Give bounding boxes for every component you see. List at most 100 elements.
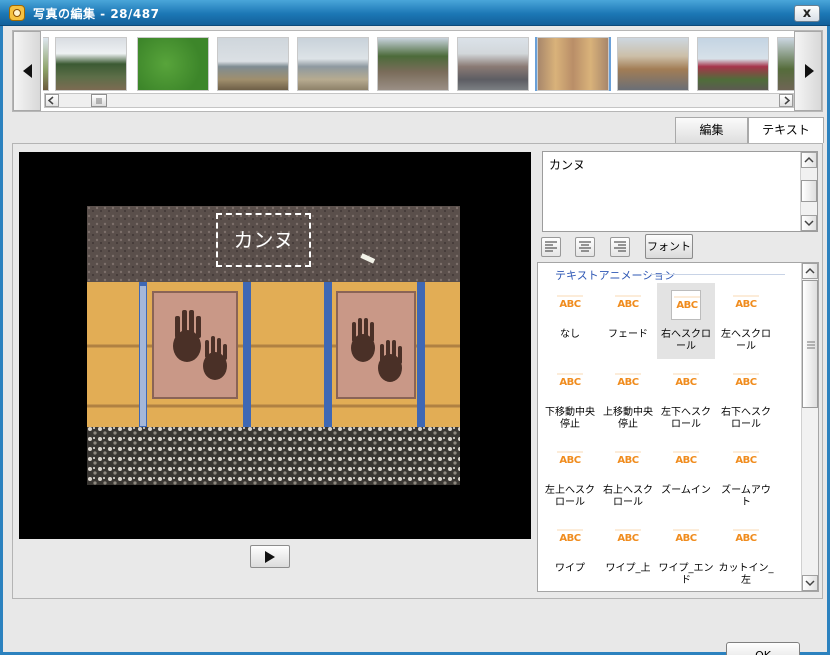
caption-text: カンヌ xyxy=(233,228,294,252)
zoom-in-anim-icon: ABC xyxy=(673,451,699,466)
align-right-icon xyxy=(614,241,626,252)
chevron-left-icon xyxy=(23,64,32,78)
tab-edit[interactable]: 編集 xyxy=(675,117,748,143)
thumbnail-palm-trees[interactable] xyxy=(55,37,127,91)
scroll-down-left-anim-icon: ABC xyxy=(673,373,699,388)
thumbnail-edge[interactable] xyxy=(43,37,49,91)
animation-label: 下移動中央停止 xyxy=(545,407,595,430)
animation-item[interactable]: ABC フェード xyxy=(599,283,657,359)
thumbnail-scrollbar[interactable] xyxy=(44,93,794,108)
fade-anim-icon: ABC xyxy=(615,295,641,310)
animation-label: 右下へスクロール xyxy=(721,407,771,430)
animation-item[interactable]: ABC ワイプ_エンド xyxy=(657,517,715,591)
animation-label: 左へスクロール xyxy=(721,329,771,352)
scrollbar-thumb[interactable] xyxy=(802,280,818,408)
window-title: 写真の編集 - 28/487 xyxy=(33,7,160,21)
move-up-center-anim-icon: ABC xyxy=(615,373,641,388)
animation-item[interactable]: ABC 左上へスクロール xyxy=(541,439,599,515)
caption-input-value: カンヌ xyxy=(549,158,586,172)
scroll-up-button[interactable] xyxy=(802,263,818,279)
wipe-anim-icon: ABC xyxy=(557,529,583,544)
scrollbar-thumb[interactable] xyxy=(801,180,817,202)
scroll-up-button[interactable] xyxy=(801,152,817,168)
play-icon xyxy=(265,551,275,563)
animation-item[interactable]: ABC 右上へスクロール xyxy=(599,439,657,515)
tab-text[interactable]: テキスト xyxy=(748,117,824,143)
arrow-down-icon xyxy=(805,580,815,587)
wipe-end-anim-icon: ABC xyxy=(673,529,699,544)
group-divider xyxy=(650,274,785,275)
zoom-out-anim-icon: ABC xyxy=(733,451,759,466)
font-button[interactable]: フォント xyxy=(645,234,693,259)
animation-list-scrollbar[interactable] xyxy=(801,263,818,591)
animation-item[interactable]: ABC カットイン_左 xyxy=(717,517,775,591)
animation-item[interactable]: ABC 左下へスクロール xyxy=(657,361,715,437)
animation-item[interactable]: ABC ズームイン xyxy=(657,439,715,515)
align-center-button[interactable] xyxy=(575,237,595,257)
animation-label: 右へスクロール xyxy=(661,329,711,352)
thumbnail-grass[interactable] xyxy=(137,37,209,91)
arrow-up-icon xyxy=(804,156,814,163)
animation-item[interactable]: ABC 右下へスクロール xyxy=(717,361,775,437)
thumbnail-pier[interactable] xyxy=(217,37,289,91)
arrow-down-icon xyxy=(804,220,814,227)
thumbnail-strip xyxy=(12,30,823,112)
text-input-scrollbar[interactable] xyxy=(800,152,817,231)
thumbnail-building-plaza[interactable] xyxy=(457,37,529,91)
animation-item[interactable]: ABC 左へスクロール xyxy=(717,283,775,359)
cut-in-left-anim-icon: ABC xyxy=(733,529,759,544)
arrow-right-icon xyxy=(784,96,791,105)
title-bar: 写真の編集 - 28/487 x xyxy=(0,0,830,26)
animation-item[interactable]: ABC 上移動中央停止 xyxy=(599,361,657,437)
app-icon xyxy=(9,5,25,21)
animation-label: カットイン_左 xyxy=(718,563,774,586)
animation-item[interactable]: ABC ワイプ xyxy=(541,517,599,591)
animation-label: ワイプ_上 xyxy=(605,563,651,574)
text-animation-list: テキストアニメーション ABC なし ABC フェード ABC 右へスクロール ABC 左へス… xyxy=(537,262,819,592)
strip-next-button[interactable] xyxy=(794,31,822,111)
caption-text-input[interactable]: カンヌ xyxy=(542,151,818,232)
strip-prev-button[interactable] xyxy=(13,31,41,111)
close-button[interactable]: x xyxy=(794,5,820,22)
animation-label: ズームアウト xyxy=(721,485,771,508)
scroll-right-button[interactable] xyxy=(779,94,793,107)
play-button[interactable] xyxy=(250,545,290,568)
arrow-up-icon xyxy=(805,267,815,274)
align-right-button[interactable] xyxy=(610,237,630,257)
thumbnail-harbor-flags[interactable] xyxy=(697,37,769,91)
scroll-left-button[interactable] xyxy=(45,94,59,107)
align-center-icon xyxy=(579,241,591,252)
scroll-up-left-anim-icon: ABC xyxy=(557,451,583,466)
preview-canvas: カンヌ xyxy=(19,152,531,539)
scroll-down-right-anim-icon: ABC xyxy=(733,373,759,388)
grip-icon xyxy=(96,98,102,104)
thumbnail-list xyxy=(43,37,795,91)
animation-item[interactable]: ABC 下移動中央停止 xyxy=(541,361,599,437)
grip-icon xyxy=(807,341,815,349)
animation-label: なし xyxy=(560,329,580,340)
align-left-icon xyxy=(545,241,557,252)
animation-label: ズームイン xyxy=(661,485,711,496)
text-tab-panel: カンヌ カンヌ フォント テキストアニメーション ABC なし ABC フェード… xyxy=(12,143,823,599)
animation-item[interactable]: ABC なし xyxy=(541,283,599,359)
scroll-left-anim-icon: ABC xyxy=(733,295,759,310)
thumbnail-partial[interactable] xyxy=(777,37,795,91)
thumbnail-sea-shore[interactable] xyxy=(297,37,369,91)
scroll-right-anim-icon: ABC xyxy=(671,290,701,320)
thumbnail-handprint-tiles[interactable] xyxy=(535,37,611,91)
animation-label: フェード xyxy=(608,329,648,340)
animation-label: ワイプ xyxy=(555,563,585,574)
caption-box[interactable]: カンヌ xyxy=(216,213,311,267)
ok-button[interactable]: OK xyxy=(726,642,800,655)
scroll-down-button[interactable] xyxy=(801,215,817,231)
animation-label: 右上へスクロール xyxy=(603,485,653,508)
thumbnail-street-palms[interactable] xyxy=(377,37,449,91)
scroll-down-button[interactable] xyxy=(802,575,818,591)
preview-photo: カンヌ xyxy=(87,206,460,485)
scrollbar-thumb[interactable] xyxy=(91,94,107,107)
thumbnail-apartment-building[interactable] xyxy=(617,37,689,91)
animation-item[interactable]: ABC 右へスクロール xyxy=(657,283,715,359)
animation-item[interactable]: ABC ワイプ_上 xyxy=(599,517,657,591)
align-left-button[interactable] xyxy=(541,237,561,257)
animation-item[interactable]: ABC ズームアウト xyxy=(717,439,775,515)
